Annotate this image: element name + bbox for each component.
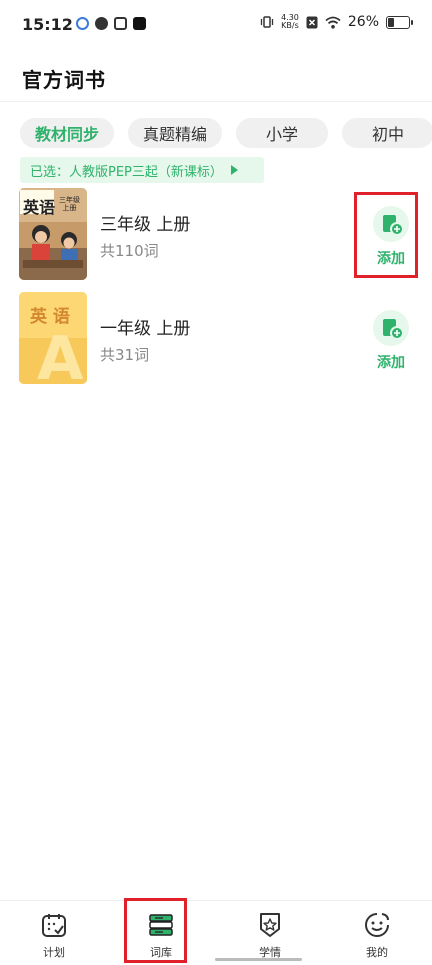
star-badge-icon: [260, 913, 280, 937]
status-time: 15:12: [22, 15, 73, 34]
book-name: 三年级 上册: [100, 215, 191, 235]
selected-edition-bar[interactable]: 已选：人教版PEP三起（新课标）: [20, 157, 264, 183]
nav-profile[interactable]: 我的: [347, 911, 407, 960]
selected-edition-text: 已选：人教版PEP三起（新课标）: [30, 164, 223, 180]
book-cover: A 英 语: [19, 292, 87, 384]
no-sim-icon: [306, 16, 318, 28]
tab-exam-selection[interactable]: 真题精编: [128, 118, 222, 148]
notification-inbox-icon: [114, 17, 127, 30]
category-tabs: 教材同步 真题精编 小学 初中: [20, 118, 432, 150]
tab-textbook-sync[interactable]: 教材同步: [20, 118, 114, 148]
status-bar: 15:12 4.30 KB/s 26%: [0, 0, 432, 52]
nav-learning-status[interactable]: 学情: [240, 911, 300, 960]
book-word-count: 共31词: [100, 346, 150, 364]
vibrate-icon: [260, 16, 274, 28]
add-book-icon: [383, 319, 404, 340]
tab-junior-high[interactable]: 初中: [342, 118, 432, 148]
add-label: 添加: [377, 355, 405, 371]
net-speed: 4.30 KB/s: [281, 13, 299, 30]
add-book-button[interactable]: 添加: [370, 310, 412, 372]
wifi-icon: [325, 16, 341, 29]
notification-app-icon: [76, 17, 89, 30]
smiley-icon: [365, 913, 389, 937]
bottom-nav: 计划 词库 学情 我的: [0, 900, 432, 965]
cover-title: 英语: [23, 198, 56, 217]
book-name: 一年级 上册: [100, 319, 191, 339]
cover-subtitle: 三年级 上册: [59, 196, 80, 212]
play-arrow-icon: [230, 165, 238, 175]
highlight-box-nav: [124, 898, 187, 963]
home-indicator[interactable]: [215, 958, 302, 961]
notification-link-icon: [95, 17, 108, 30]
battery-level: [388, 17, 394, 27]
highlight-box-add: [354, 192, 418, 278]
cover-title: 英 语: [30, 307, 70, 327]
battery-icon: [386, 15, 413, 29]
calendar-check-icon: [42, 914, 66, 937]
nav-plan[interactable]: 计划: [24, 911, 84, 960]
battery-percent: 26%: [347, 14, 379, 30]
nav-label: 计划: [43, 946, 65, 959]
page-header: 官方词书: [0, 52, 432, 102]
page-title: 官方词书: [22, 68, 106, 92]
tab-primary-school[interactable]: 小学: [236, 118, 328, 148]
book-item[interactable]: A 英 语 一年级 上册 共31词 添加: [0, 292, 432, 392]
book-word-count: 共110词: [100, 242, 159, 260]
book-cover: 英语 三年级 上册: [19, 188, 87, 280]
notification-tiktok-icon: [133, 17, 146, 30]
cover-letter: A: [37, 324, 84, 384]
nav-label: 我的: [366, 946, 388, 959]
